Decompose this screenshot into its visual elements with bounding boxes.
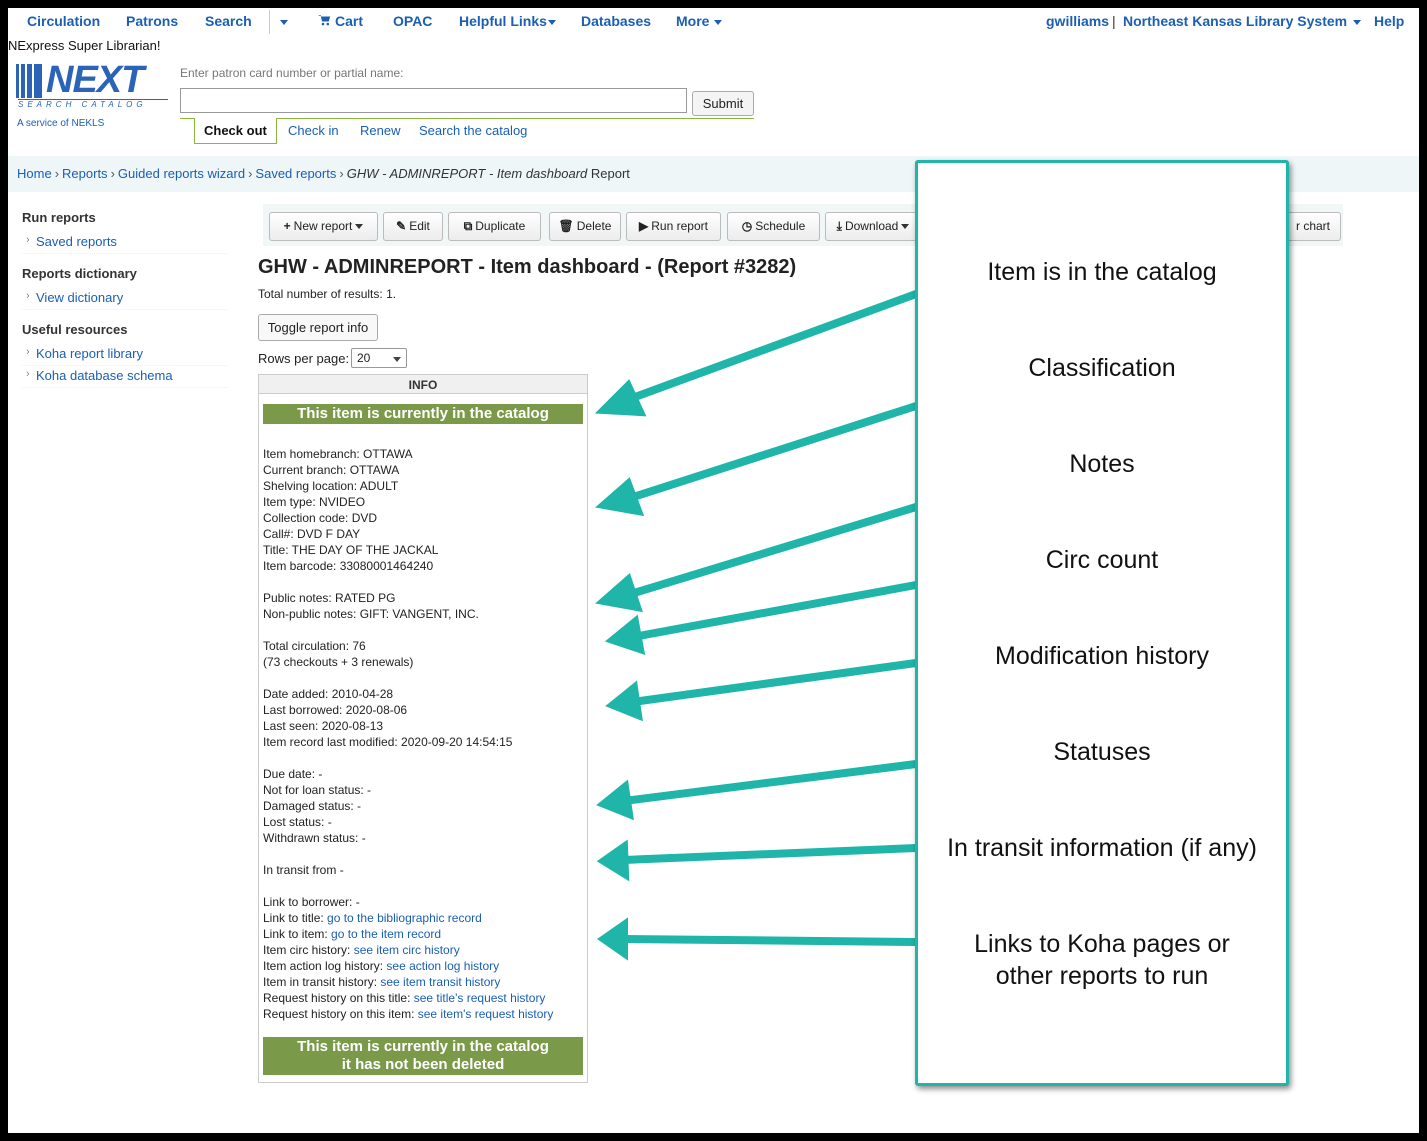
arrow-head-icon [594, 379, 647, 417]
annotation-arrow [620, 402, 920, 504]
arrow-head-icon [605, 680, 643, 722]
annotation-arrow [620, 760, 920, 805]
annotation-label: Statuses [1053, 738, 1151, 766]
annotation-label: Circ count [1045, 546, 1159, 574]
annotation-label: Notes [1069, 450, 1135, 478]
annotation-label: Modification history [995, 642, 1209, 670]
annotation-arrow [620, 844, 920, 864]
annotation-label: In transit information (if any) [947, 834, 1257, 862]
annotation-arrow [620, 935, 920, 946]
page: Circulation Patrons Search Cart OPAC Hel… [8, 8, 1419, 1133]
arrow-head-icon [595, 573, 643, 613]
annotation-arrow [629, 581, 920, 641]
arrow-head-icon [596, 779, 634, 821]
arrow-head-icon [596, 839, 630, 882]
arrow-head-icon [597, 917, 628, 961]
annotation-callout: Item is in the catalog Classification No… [915, 160, 1289, 1086]
arrow-head-icon [604, 614, 646, 655]
annotation-label: Classification [1028, 354, 1176, 382]
annotation-label: Links to Koha pages or other reports to … [974, 930, 1230, 990]
annotation-arrow [629, 659, 920, 706]
annotation-label: Item is in the catalog [987, 258, 1217, 286]
annotation-arrow [620, 290, 920, 405]
annotation-arrow [620, 503, 920, 600]
arrow-head-icon [595, 477, 645, 517]
